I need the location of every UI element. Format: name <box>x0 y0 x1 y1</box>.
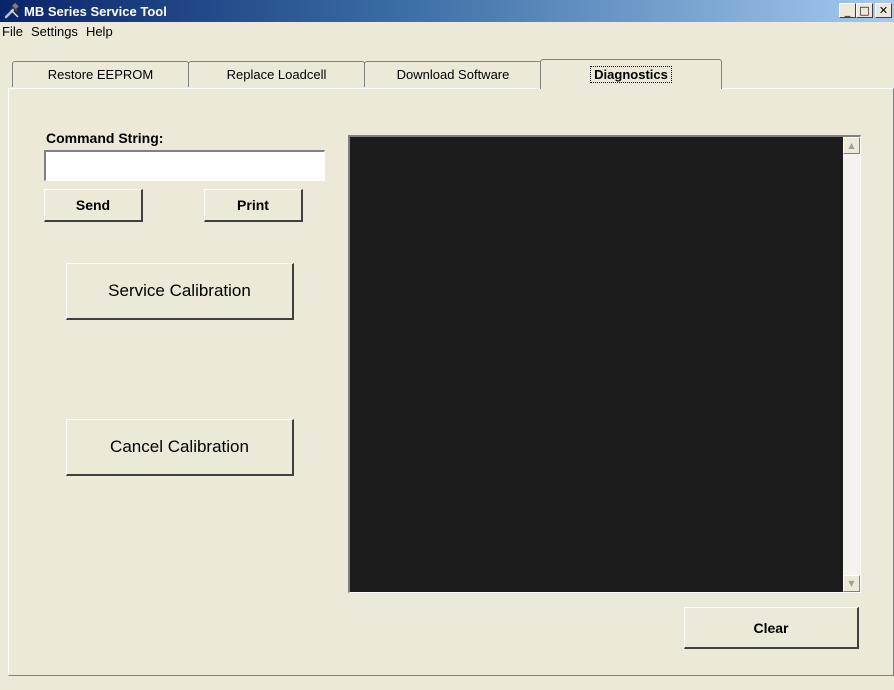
tab-strip: Restore EEPROM Replace Loadcell Download… <box>0 41 894 97</box>
clear-button[interactable]: Clear <box>684 607 859 649</box>
tab-label: Diagnostics <box>590 66 672 83</box>
tab-download-software[interactable]: Download Software <box>364 61 542 87</box>
tab-replace-loadcell[interactable]: Replace Loadcell <box>188 61 365 87</box>
close-button[interactable]: ✕ <box>875 3 892 18</box>
tab-label: Restore EEPROM <box>47 67 154 82</box>
print-button[interactable]: Print <box>204 189 303 222</box>
minimize-icon: _ <box>844 4 851 17</box>
close-icon: ✕ <box>878 4 889 17</box>
arrow-down-icon: ▼ <box>848 579 855 588</box>
diagnostics-console: ▲ ▼ <box>348 135 861 593</box>
tab-label: Download Software <box>396 67 510 82</box>
menu-bar: File Settings Help <box>0 22 894 41</box>
command-string-input[interactable] <box>44 150 325 181</box>
maximize-button[interactable]: □ <box>856 3 873 18</box>
scroll-down-button[interactable]: ▼ <box>843 575 860 592</box>
tab-label: Replace Loadcell <box>226 67 327 82</box>
cancel-calibration-button[interactable]: Cancel Calibration <box>66 419 294 476</box>
scroll-up-button[interactable]: ▲ <box>843 137 860 154</box>
console-output[interactable] <box>350 137 843 592</box>
minimize-button[interactable]: _ <box>839 3 856 18</box>
console-scrollbar[interactable]: ▲ ▼ <box>843 137 860 592</box>
window-controls: _ □ ✕ <box>839 3 892 18</box>
command-string-label: Command String: <box>46 130 164 146</box>
menu-file[interactable]: File <box>0 24 27 39</box>
service-calibration-button[interactable]: Service Calibration <box>66 263 294 320</box>
title-bar[interactable]: MB Series Service Tool _ □ ✕ <box>0 0 894 22</box>
window-title: MB Series Service Tool <box>24 3 167 19</box>
maximize-icon: □ <box>859 4 870 17</box>
menu-help[interactable]: Help <box>82 24 117 39</box>
send-button[interactable]: Send <box>44 189 143 222</box>
tab-diagnostics[interactable]: Diagnostics <box>540 59 722 89</box>
arrow-up-icon: ▲ <box>848 141 855 150</box>
menu-settings[interactable]: Settings <box>27 24 82 39</box>
tools-icon <box>3 2 21 20</box>
tab-restore-eeprom[interactable]: Restore EEPROM <box>12 61 189 87</box>
